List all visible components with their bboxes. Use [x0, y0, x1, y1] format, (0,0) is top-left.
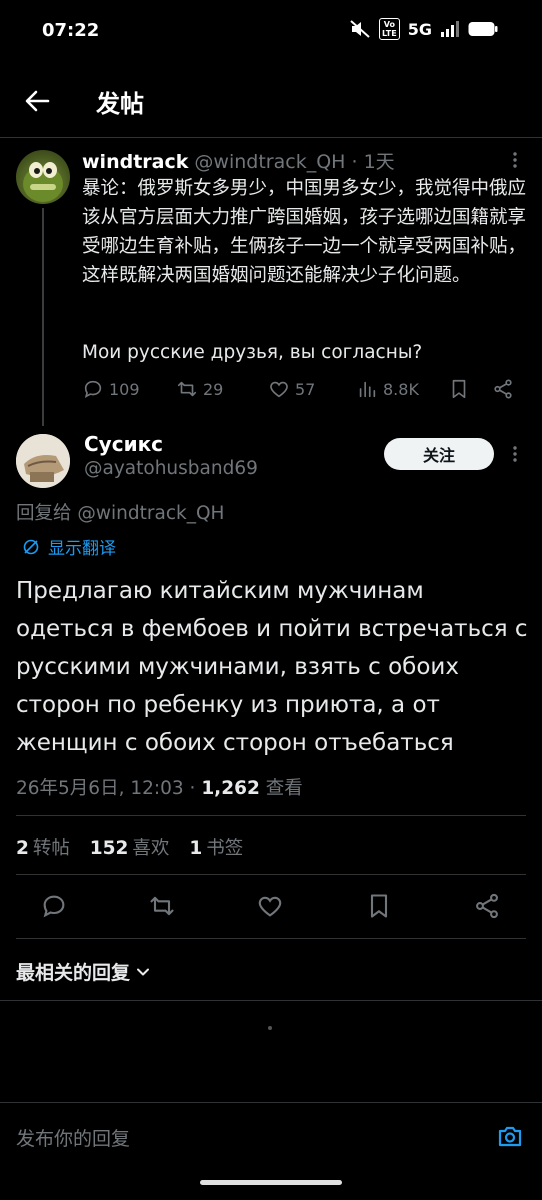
crocodile-avatar-icon [23, 162, 63, 202]
share-icon[interactable] [473, 892, 501, 920]
status-time: 07:22 [42, 20, 100, 41]
bookmarks-label: 书签 [206, 838, 244, 859]
reposts-count: 2 [16, 838, 29, 859]
sort-replies-dropdown[interactable]: 最相关的回复 [16, 958, 150, 985]
status-bar: 07:22 Vo LTE 5G [0, 0, 542, 62]
like-count: 57 [295, 379, 316, 399]
parent-author-handle[interactable]: @windtrack_QH [194, 151, 345, 173]
parent-post-text-2: Мои русские друзья, вы согласны? [82, 342, 423, 363]
translate-icon [23, 539, 39, 554]
parent-author-name[interactable]: windtrack [82, 151, 188, 173]
engagement-stats: 2 转帖 152 喜欢 1 书签 [16, 834, 243, 860]
reply-author-avatar[interactable] [16, 434, 70, 488]
parent-post-time: · 1天 [351, 151, 395, 173]
bookmark-button[interactable] [448, 378, 470, 400]
reply-author-handle[interactable]: @ayatohusband69 [84, 458, 258, 479]
reply-to-label[interactable]: 回复给 @windtrack_QH [16, 499, 224, 525]
more-options-icon[interactable] [512, 150, 518, 170]
bookmark-icon [452, 379, 466, 399]
repost-icon[interactable] [148, 892, 176, 920]
post-view-count: 1,262 [201, 778, 260, 799]
repost-button[interactable]: 29 [176, 378, 223, 400]
share-icon [494, 379, 512, 399]
repost-count: 29 [203, 379, 224, 399]
reposts-label: 转帖 [32, 838, 70, 859]
divider [16, 815, 526, 816]
volte-icon: Vo LTE [379, 18, 400, 40]
follow-button[interactable]: 关注 [384, 438, 494, 470]
post-view-label: 查看 [259, 778, 303, 799]
reply-composer-input[interactable]: 发布你的回复 [16, 1124, 130, 1151]
thread-connector [42, 208, 44, 426]
reply-button[interactable]: 109 [82, 378, 140, 400]
reply-icon [84, 380, 102, 398]
status-icons: Vo LTE 5G [349, 18, 498, 40]
view-count: 8.8K [383, 379, 419, 399]
bookmarks-stat[interactable]: 1 书签 [189, 838, 243, 859]
translate-label: 显示翻译 [48, 539, 116, 559]
reply-post-actions [0, 890, 542, 922]
heart-icon[interactable] [256, 892, 284, 920]
likes-count: 152 [89, 838, 129, 859]
parent-post-text: 暴论：俄罗斯女多男少，中国男多女少，我觉得中俄应该从官方层面大力推广跨国婚姻，孩… [82, 178, 527, 286]
sort-label: 最相关的回复 [16, 962, 131, 984]
reply-count: 109 [109, 379, 140, 399]
network-type: 5G [407, 19, 432, 39]
user-avatar-icon [16, 434, 70, 488]
reposts-stat[interactable]: 2 转帖 [16, 838, 70, 859]
bookmarks-count: 1 [189, 838, 203, 859]
more-options-icon[interactable] [512, 444, 518, 464]
loading-indicator [268, 1026, 272, 1030]
heart-icon [270, 381, 288, 398]
divider [16, 874, 526, 875]
reply-post-text: Предлагаю китайским мужчинам одеться в ф… [16, 578, 528, 756]
post-timestamp: 26年5月6日, 12:03 · [16, 778, 202, 799]
home-indicator[interactable] [200, 1180, 342, 1185]
back-arrow-icon[interactable] [22, 86, 52, 116]
divider [16, 938, 526, 939]
top-bar: 发帖 [0, 62, 542, 138]
post-meta: 26年5月6日, 12:03 · 1,262 查看 [16, 774, 303, 800]
bookmark-icon[interactable] [365, 892, 393, 920]
parent-author-avatar[interactable] [16, 150, 70, 204]
divider [0, 1000, 542, 1001]
likes-label: 喜欢 [132, 838, 170, 859]
parent-post-actions: 109 29 57 8.8K [82, 378, 522, 404]
analytics-icon [359, 381, 376, 398]
reply-icon[interactable] [40, 892, 68, 920]
chevron-down-icon [137, 968, 150, 975]
reply-author-name[interactable]: Сусикс [84, 432, 163, 456]
like-button[interactable]: 57 [268, 378, 315, 400]
likes-stat[interactable]: 152 喜欢 [90, 838, 170, 859]
camera-icon[interactable] [496, 1122, 524, 1150]
repost-icon [177, 381, 197, 397]
share-button[interactable] [492, 378, 514, 400]
parent-post-header: windtrack @windtrack_QH · 1天 [82, 147, 395, 174]
battery-icon [468, 22, 498, 36]
mute-icon [350, 20, 370, 38]
divider [0, 1102, 542, 1103]
views-button[interactable]: 8.8K [356, 378, 419, 400]
show-translation-button[interactable]: 显示翻译 [22, 534, 116, 559]
page-title: 发帖 [96, 90, 144, 118]
signal-icon [441, 21, 459, 37]
